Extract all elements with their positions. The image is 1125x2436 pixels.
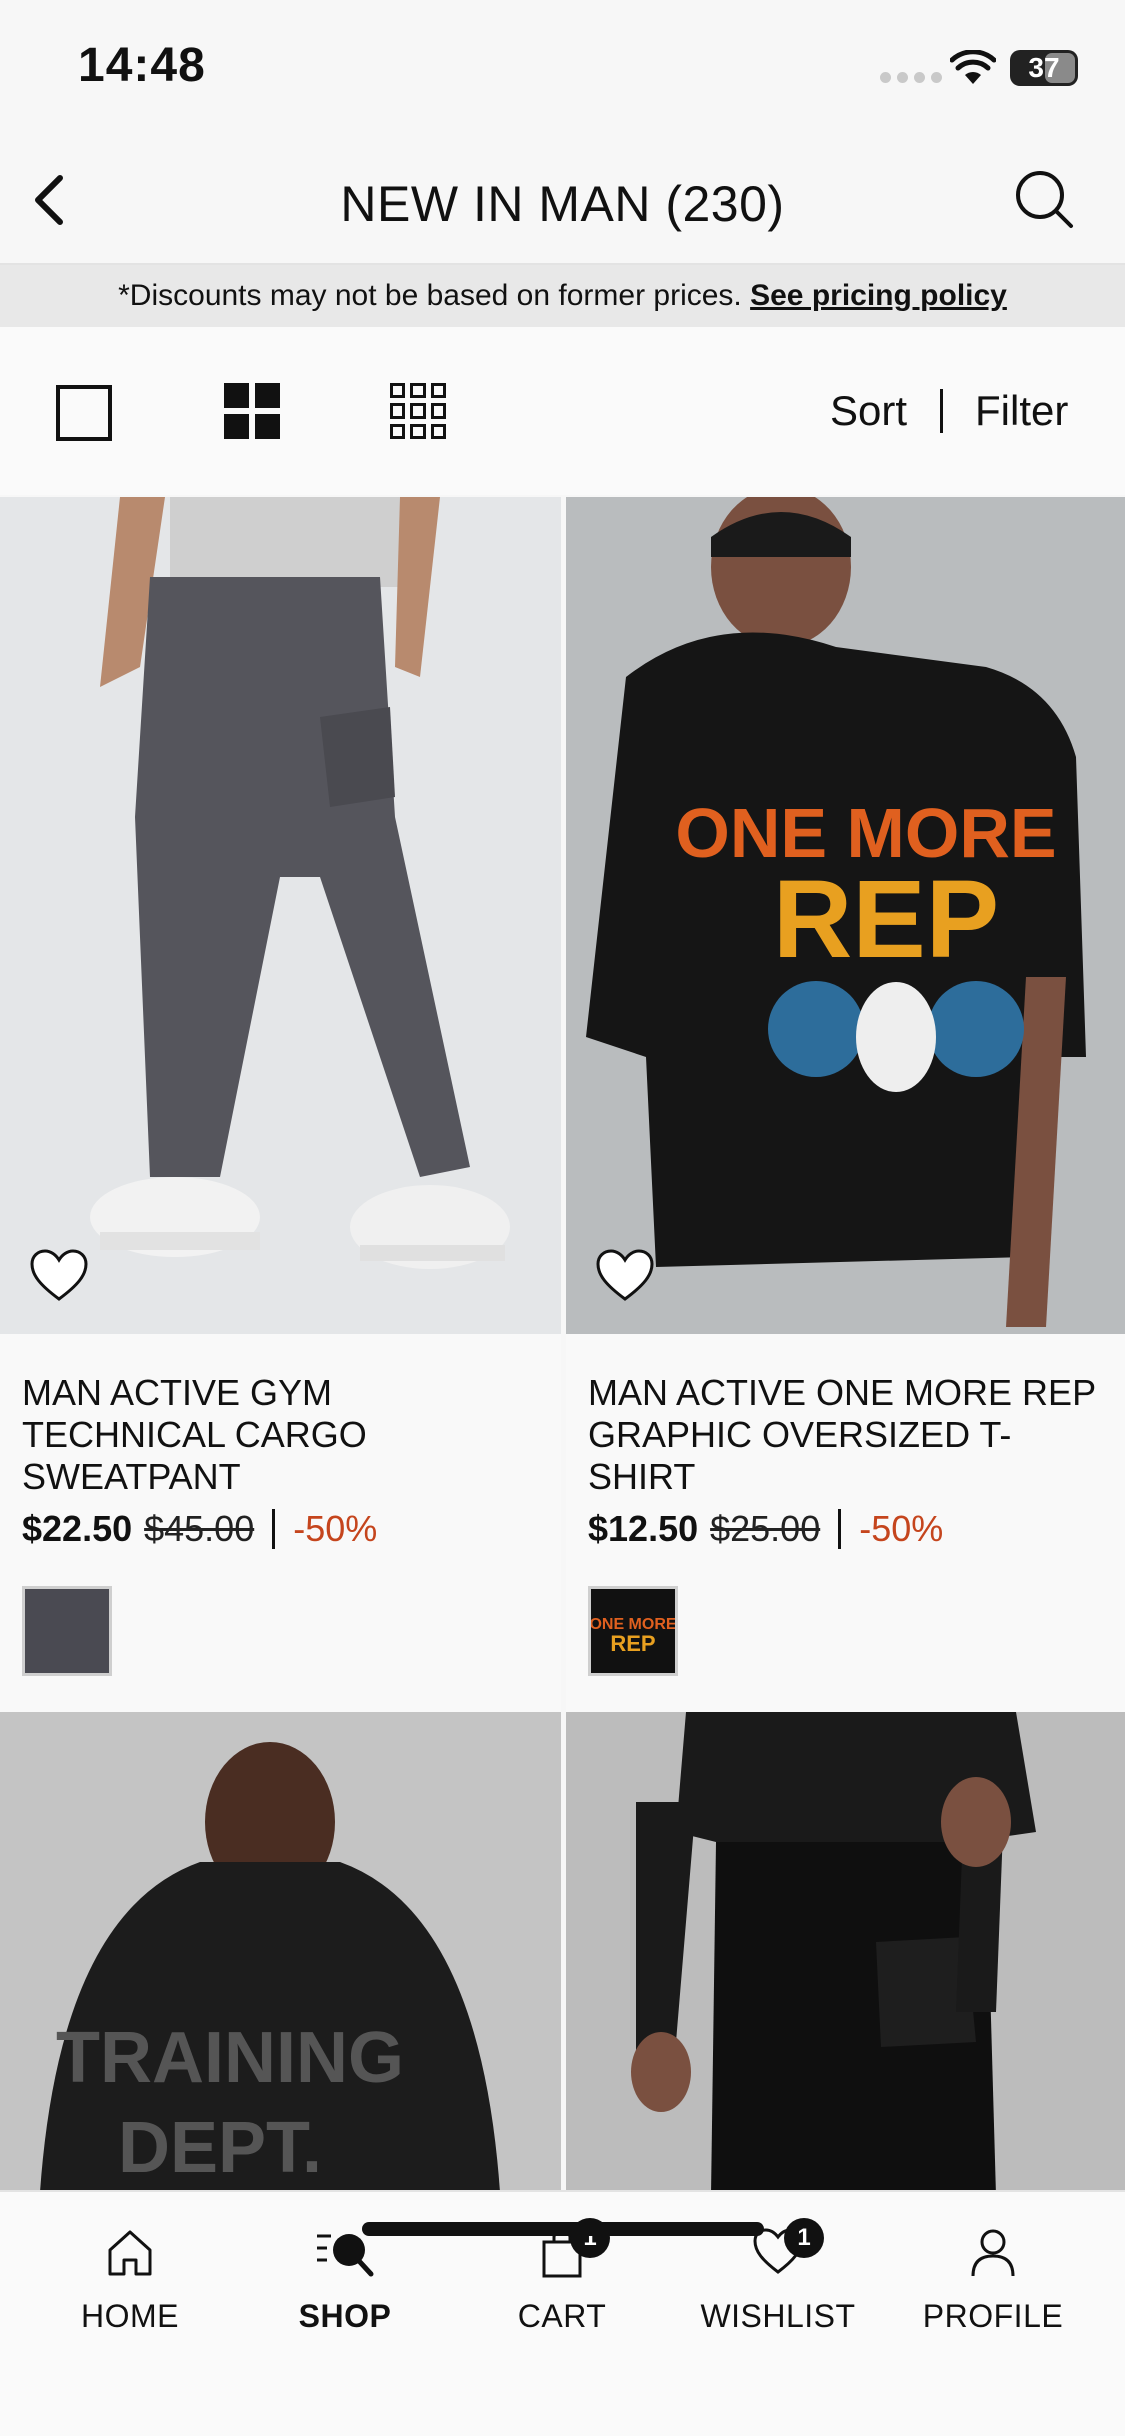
toolbar-divider	[940, 389, 943, 433]
product-name[interactable]: MAN ACTIVE GYM TECHNICAL CARGO SWEATPANT	[22, 1372, 539, 1498]
color-swatch[interactable]	[22, 1586, 112, 1676]
product-name[interactable]: MAN ACTIVE ONE MORE REP GRAPHIC OVERSIZE…	[588, 1372, 1105, 1498]
sort-button[interactable]: Sort	[830, 387, 907, 435]
search-icon[interactable]	[1005, 160, 1085, 240]
status-time: 14:48	[78, 39, 206, 92]
price-row: $22.50 $45.00 -50%	[22, 1508, 539, 1550]
nav-shop-label: SHOP	[298, 2298, 392, 2334]
original-price: $45.00	[144, 1508, 255, 1549]
product-image[interactable]	[0, 497, 561, 1334]
price-row: $12.50 $25.00 -50%	[588, 1508, 1105, 1550]
discount-badge: -50%	[859, 1508, 944, 1549]
single-column-view-icon[interactable]	[56, 385, 112, 441]
nav-wishlist-label: WISHLIST	[700, 2298, 856, 2334]
color-swatch[interactable]: ONE MORE REP	[588, 1586, 678, 1676]
heart-icon[interactable]	[28, 1247, 90, 1305]
image-text-line2: DEPT.	[118, 2108, 322, 2188]
nav-cart-label: CART	[517, 2298, 607, 2334]
disclaimer-text: *Discounts may not be based on former pr…	[118, 279, 742, 312]
profile-user-icon	[971, 2229, 1015, 2277]
sale-price: $22.50	[22, 1508, 133, 1549]
battery-level: 37	[1028, 52, 1060, 83]
product-image[interactable]	[566, 1712, 1125, 2190]
product-info: MAN ACTIVE GYM TECHNICAL CARGO SWEATPANT…	[0, 1334, 561, 1712]
header: NEW IN MAN (230)	[0, 135, 1125, 265]
sale-price: $12.50	[588, 1508, 699, 1549]
price-divider	[272, 1509, 276, 1549]
home-indicator[interactable]	[362, 2222, 764, 2236]
cellular-signal-icon	[880, 72, 942, 83]
product-info: MAN ACTIVE ONE MORE REP GRAPHIC OVERSIZE…	[566, 1334, 1125, 1712]
page-title: NEW IN MAN (230)	[340, 176, 785, 232]
nav-profile-label: PROFILE	[922, 2298, 1064, 2334]
product-card[interactable]: TRAINING DEPT.	[0, 1712, 561, 2190]
original-price: $25.00	[710, 1508, 821, 1549]
battery-icon: 37	[1010, 50, 1078, 86]
nav-profile[interactable]: PROFILE	[893, 2212, 1093, 2335]
wishlist-badge: 1	[784, 2218, 824, 2258]
listing-toolbar: Sort Filter	[0, 327, 1125, 495]
heart-icon[interactable]	[594, 1247, 656, 1305]
product-card[interactable]: ONE MORE REP MAN ACTIVE ONE MORE REP GRA…	[566, 497, 1125, 1712]
home-icon	[108, 2230, 152, 2276]
status-bar: 14:48 37	[0, 0, 1125, 135]
svg-text:REP: REP	[773, 858, 999, 981]
svg-text:REP: REP	[610, 1631, 655, 1656]
product-card[interactable]: MAN ACTIVE GYM TECHNICAL CARGO SWEATPANT…	[0, 497, 561, 1712]
filter-button[interactable]: Filter	[975, 387, 1068, 435]
image-text-line1: TRAINING	[56, 2018, 404, 2098]
two-column-view-icon[interactable]	[224, 383, 280, 439]
pricing-disclaimer: *Discounts may not be based on former pr…	[0, 265, 1125, 327]
price-divider	[838, 1509, 842, 1549]
product-card[interactable]	[566, 1712, 1125, 2190]
product-grid: MAN ACTIVE GYM TECHNICAL CARGO SWEATPANT…	[0, 497, 1125, 2190]
nav-home[interactable]: HOME	[30, 2212, 230, 2335]
three-column-view-icon[interactable]	[390, 383, 446, 439]
product-image[interactable]: ONE MORE REP	[566, 497, 1125, 1334]
wifi-icon	[950, 50, 996, 84]
nav-home-label: HOME	[81, 2298, 179, 2334]
pricing-policy-link[interactable]: See pricing policy	[750, 279, 1007, 312]
product-image[interactable]: TRAINING DEPT.	[0, 1712, 561, 2190]
discount-badge: -50%	[293, 1508, 378, 1549]
